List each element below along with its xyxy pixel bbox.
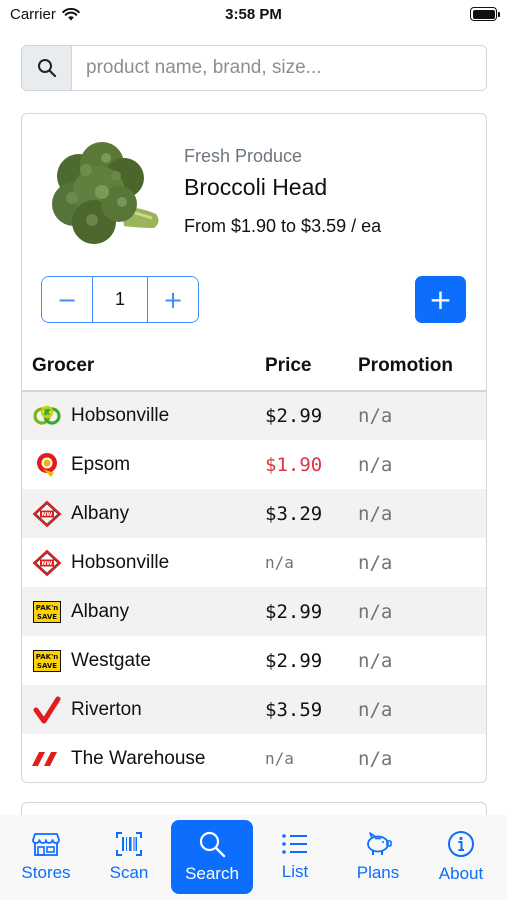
table-row[interactable]: PAK'n SAVE Albany $2.99 n/a xyxy=(22,587,486,636)
promotion-value: n/a xyxy=(358,747,393,770)
barcode-icon xyxy=(116,832,142,856)
list-icon xyxy=(282,834,307,854)
tab-scan[interactable]: Scan xyxy=(88,820,170,894)
table-header-row: Grocer Price Promotion xyxy=(22,342,486,392)
svg-text:SAVE: SAVE xyxy=(37,613,57,621)
increment-button[interactable]: + xyxy=(148,277,198,322)
the-warehouse-logo xyxy=(32,744,62,774)
tab-plans[interactable]: Plans xyxy=(337,820,419,894)
grocer-name: Riverton xyxy=(71,698,142,720)
price-range: From $1.90 to $3.59 / ea xyxy=(184,216,382,236)
promotion-value: n/a xyxy=(358,453,393,476)
tab-label: Plans xyxy=(356,863,400,882)
tab-bar: Stores Scan Search List Plans About xyxy=(0,815,507,900)
new-world-logo: NW xyxy=(32,548,62,578)
grocer-name: Albany xyxy=(71,600,130,622)
search-addon[interactable] xyxy=(22,46,72,90)
table-row[interactable]: Hobsonville $2.99 n/a xyxy=(22,391,486,440)
status-bar: Carrier 3:58 PM xyxy=(0,0,507,30)
price-value: n/a xyxy=(265,749,294,768)
promotion-value: n/a xyxy=(358,502,393,525)
table-row[interactable]: The Warehouse n/a n/a xyxy=(22,734,486,782)
search-icon xyxy=(37,59,56,78)
table-row[interactable]: NW Albany $3.29 n/a xyxy=(22,489,486,538)
grocer-name: Albany xyxy=(71,502,130,524)
decrement-button[interactable]: − xyxy=(42,277,92,322)
header-promotion: Promotion xyxy=(358,342,486,392)
store-icon xyxy=(32,833,60,856)
tab-about[interactable]: About xyxy=(420,820,502,894)
promotion-value: n/a xyxy=(358,698,393,721)
promotion-value: n/a xyxy=(358,600,393,623)
header-price: Price xyxy=(265,342,358,392)
countdown-logo xyxy=(32,401,62,431)
table-row[interactable]: PAK'n SAVE Westgate $2.99 n/a xyxy=(22,636,486,685)
new-world-q-logo xyxy=(32,450,62,480)
price-value: $2.99 xyxy=(265,600,323,623)
header-grocer: Grocer xyxy=(22,342,265,392)
product-name: Broccoli Head xyxy=(184,174,328,200)
paknsave-logo: PAK'n SAVE xyxy=(32,646,62,676)
grocer-name: Hobsonville xyxy=(71,551,170,573)
tab-label: Scan xyxy=(109,863,149,882)
add-to-list-button[interactable]: + xyxy=(415,276,466,323)
search-bar xyxy=(21,45,487,91)
svg-text:NW: NW xyxy=(42,512,53,518)
grocer-name: Westgate xyxy=(71,649,151,671)
promotion-value: n/a xyxy=(358,405,393,427)
tab-label: Search xyxy=(185,864,239,883)
price-value: $3.29 xyxy=(265,502,323,525)
fresh-choice-logo xyxy=(32,695,62,725)
grocer-name: Epsom xyxy=(71,453,131,475)
table-row[interactable]: NW Hobsonville n/a n/a xyxy=(22,538,486,587)
search-input[interactable] xyxy=(72,46,486,90)
price-value: $1.90 xyxy=(265,453,323,476)
tab-label: About xyxy=(438,864,484,883)
svg-text:PAK'n: PAK'n xyxy=(36,653,58,661)
tab-label: Stores xyxy=(21,863,71,882)
svg-text:PAK'n: PAK'n xyxy=(36,604,58,612)
promotion-value: n/a xyxy=(358,551,393,574)
tab-search[interactable]: Search xyxy=(171,820,253,894)
price-value: $2.99 xyxy=(265,405,323,427)
price-value: n/a xyxy=(265,553,294,572)
new-world-logo: NW xyxy=(32,499,62,529)
tab-stores[interactable]: Stores xyxy=(5,820,87,894)
grocer-name: The Warehouse xyxy=(71,747,206,769)
svg-text:SAVE: SAVE xyxy=(37,662,57,670)
promotion-value: n/a xyxy=(358,649,393,672)
tab-list[interactable]: List xyxy=(254,820,336,894)
table-row[interactable]: Epsom $1.90 n/a xyxy=(22,440,486,489)
quantity-value[interactable]: 1 xyxy=(92,277,148,322)
quantity-stepper: − 1 + xyxy=(41,276,199,323)
svg-text:NW: NW xyxy=(42,561,53,567)
info-icon xyxy=(448,831,474,857)
clock: 3:58 PM xyxy=(225,6,282,23)
product-card: Fresh Produce Broccoli Head From $1.90 t… xyxy=(21,113,487,783)
price-value: $3.59 xyxy=(265,698,323,721)
tab-label: List xyxy=(281,862,309,881)
grocer-name: Hobsonville xyxy=(71,405,170,426)
product-image xyxy=(44,136,162,254)
piggy-bank-icon xyxy=(367,832,392,855)
product-category: Fresh Produce xyxy=(184,146,303,166)
table-row[interactable]: Riverton $3.59 n/a xyxy=(22,685,486,734)
paknsave-logo: PAK'n SAVE xyxy=(32,597,62,627)
price-value: $2.99 xyxy=(265,649,323,672)
search-icon xyxy=(199,831,226,858)
price-table: Grocer Price Promotion Hobsonville $2.99… xyxy=(22,342,486,782)
battery-icon xyxy=(470,7,500,21)
